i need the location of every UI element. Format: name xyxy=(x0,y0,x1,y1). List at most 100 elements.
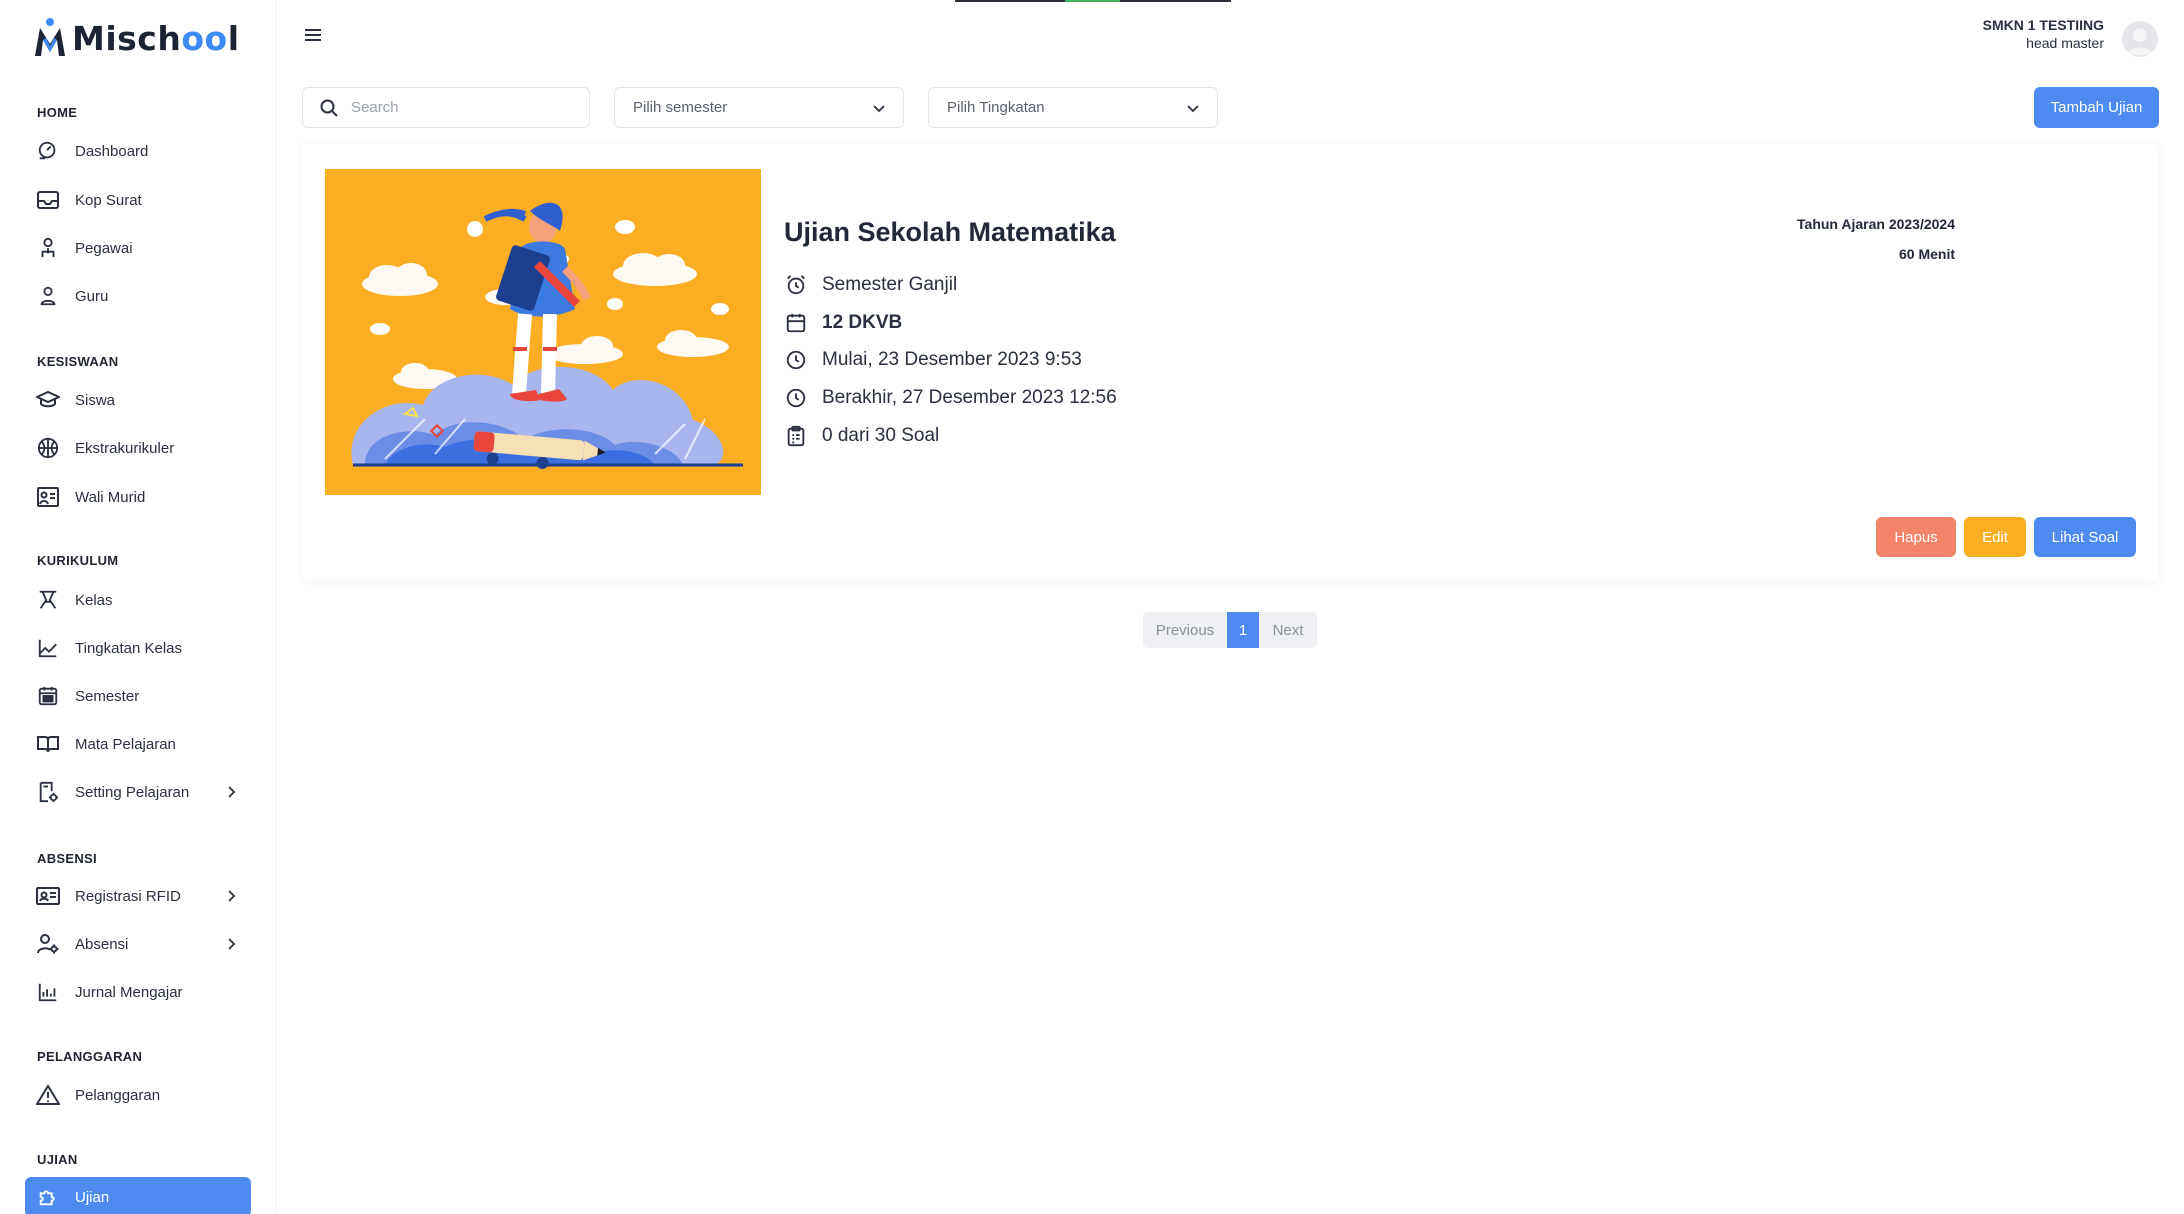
employee-icon xyxy=(35,235,61,261)
exam-start-text: Mulai, 23 Desember 2023 9:53 xyxy=(822,349,1082,370)
sidebar-item-label: Dashboard xyxy=(75,142,149,160)
sidebar-item-setting-pelajaran[interactable]: Setting Pelajaran xyxy=(25,772,251,812)
section-kurikulum: KURIKULUM xyxy=(37,553,119,568)
section-pelanggaran: PELANGGARAN xyxy=(37,1049,143,1064)
mischool-logo[interactable]: Mischool xyxy=(32,14,240,62)
sidebar-item-label: Ekstrakurikuler xyxy=(75,439,175,457)
id-card-icon xyxy=(35,883,61,909)
sidebar-item-label: Setting Pelajaran xyxy=(75,783,190,801)
chevron-right-icon xyxy=(228,786,236,798)
teacher-icon xyxy=(35,283,61,309)
hamburger-menu-icon[interactable] xyxy=(302,24,324,46)
exam-questions-text: 0 dari 30 Soal xyxy=(822,425,940,446)
sidebar-item-pelanggaran[interactable]: Pelanggaran xyxy=(25,1075,251,1115)
search-input[interactable] xyxy=(351,99,571,116)
semester-select-value: Pilih semester xyxy=(633,99,728,116)
sidebar-item-wali-murid[interactable]: Wali Murid xyxy=(25,477,251,517)
sidebar-item-label: Kelas xyxy=(75,591,113,609)
section-absensi: ABSENSI xyxy=(37,851,97,866)
sidebar-item-registrasi-rfid[interactable]: Registrasi RFID xyxy=(25,876,251,916)
sidebar-item-siswa[interactable]: Siswa xyxy=(25,380,251,420)
exam-class: 12 DKVB xyxy=(784,311,902,335)
section-home: HOME xyxy=(37,105,78,120)
clock-icon xyxy=(784,348,808,372)
sidebar-item-label: Jurnal Mengajar xyxy=(75,983,183,1001)
sidebar-item-label: Ujian xyxy=(75,1188,110,1206)
calendar-icon xyxy=(35,683,61,709)
inbox-icon xyxy=(35,187,61,213)
settings-doc-icon xyxy=(35,779,61,805)
add-exam-button[interactable]: Tambah Ujian xyxy=(2034,87,2159,128)
sidebar-item-label: Siswa xyxy=(75,391,116,409)
chevron-right-icon xyxy=(228,890,236,902)
user-name: SMKN 1 TESTIING xyxy=(1982,17,2104,33)
sidebar-item-jurnal-mengajar[interactable]: Jurnal Mengajar xyxy=(25,972,251,1012)
exam-illustration xyxy=(325,169,761,495)
exam-semester-text: Semester Ganjil xyxy=(822,274,958,295)
pagination: Previous 1 Next xyxy=(1143,612,1317,648)
sidebar-item-ekstrakurikuler[interactable]: Ekstrakurikuler xyxy=(25,428,251,468)
logo-text: Mischool xyxy=(72,18,240,58)
tingkatan-select[interactable]: Pilih Tingkatan xyxy=(928,87,1218,128)
chart-line-icon xyxy=(35,635,61,661)
section-ujian: UJIAN xyxy=(37,1152,78,1167)
user-info[interactable]: SMKN 1 TESTIING head master xyxy=(1983,17,2104,51)
loading-indicator xyxy=(955,0,1231,2)
delete-button[interactable]: Hapus xyxy=(1876,517,1956,557)
graduation-cap-icon xyxy=(35,387,61,413)
academic-year: Tahun Ajaran 2023/2024 xyxy=(1797,216,1955,232)
sidebar-item-kelas[interactable]: Kelas xyxy=(25,580,251,620)
exam-start: Mulai, 23 Desember 2023 9:53 xyxy=(784,348,1082,372)
sidebar-item-ujian[interactable]: Ujian xyxy=(25,1177,251,1214)
pagination-previous[interactable]: Previous xyxy=(1143,612,1227,648)
sidebar-item-label: Wali Murid xyxy=(75,488,146,506)
edit-button[interactable]: Edit xyxy=(1964,517,2026,557)
chevron-right-icon xyxy=(228,938,236,950)
sidebar-item-label: Mata Pelajaran xyxy=(75,735,176,753)
chevron-down-icon xyxy=(1187,105,1199,113)
semester-select[interactable]: Pilih semester xyxy=(614,87,904,128)
warning-icon xyxy=(35,1082,61,1108)
user-role: head master xyxy=(2026,35,2104,51)
sidebar-item-pegawai[interactable]: Pegawai xyxy=(25,228,251,268)
sidebar-item-guru[interactable]: Guru xyxy=(25,276,251,316)
sidebar-item-absensi[interactable]: Absensi xyxy=(25,924,251,964)
user-settings-icon xyxy=(35,931,61,957)
bar-chart-icon xyxy=(35,979,61,1005)
classroom-icon xyxy=(35,587,61,613)
sidebar-item-label: Tingkatan Kelas xyxy=(75,639,183,657)
exam-card: Ujian Sekolah Matematika Semester Ganjil… xyxy=(302,143,2159,581)
exam-class-text: 12 DKVB xyxy=(822,312,903,333)
sidebar-item-label: Absensi xyxy=(75,935,129,953)
tingkatan-select-value: Pilih Tingkatan xyxy=(947,99,1045,116)
pagination-page-1[interactable]: 1 xyxy=(1227,612,1259,648)
sidebar-item-semester[interactable]: Semester xyxy=(25,676,251,716)
parent-icon xyxy=(35,484,61,510)
clipboard-icon xyxy=(784,424,808,448)
avatar[interactable] xyxy=(2122,21,2158,57)
exam-end: Berakhir, 27 Desember 2023 12:56 xyxy=(784,386,1117,410)
search-box[interactable] xyxy=(302,87,590,128)
sidebar-item-label: Pelanggaran xyxy=(75,1086,161,1104)
view-questions-button[interactable]: Lihat Soal xyxy=(2034,517,2136,557)
exam-semester: Semester Ganjil xyxy=(784,273,957,297)
sidebar-item-label: Kop Surat xyxy=(75,191,142,209)
dashboard-icon xyxy=(35,138,61,164)
sidebar-item-mata-pelajaran[interactable]: Mata Pelajaran xyxy=(25,724,251,764)
book-icon xyxy=(35,731,61,757)
pagination-next[interactable]: Next xyxy=(1259,612,1317,648)
sidebar-item-label: Registrasi RFID xyxy=(75,887,181,905)
exam-end-text: Berakhir, 27 Desember 2023 12:56 xyxy=(822,387,1117,408)
sidebar-item-tingkatan-kelas[interactable]: Tingkatan Kelas xyxy=(25,628,251,668)
puzzle-icon xyxy=(35,1184,61,1210)
sidebar-item-label: Pegawai xyxy=(75,239,133,257)
alarm-clock-icon xyxy=(784,273,808,297)
clock-icon xyxy=(784,386,808,410)
sidebar-item-dashboard[interactable]: Dashboard xyxy=(25,131,251,171)
chevron-down-icon xyxy=(873,105,885,113)
sidebar-item-kop-surat[interactable]: Kop Surat xyxy=(25,180,251,220)
sidebar: Mischool HOME Dashboard Kop Surat Pegawa… xyxy=(0,0,276,1214)
search-icon xyxy=(320,99,338,117)
logo-mark-icon xyxy=(35,18,65,56)
sidebar-item-label: Guru xyxy=(75,287,109,305)
